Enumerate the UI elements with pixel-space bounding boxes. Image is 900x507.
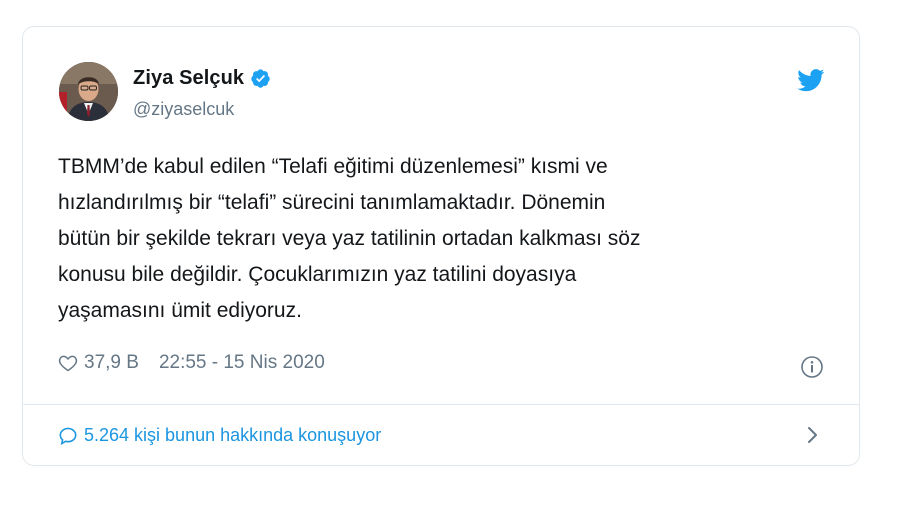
heart-icon[interactable]: [58, 353, 78, 373]
tweet-meta-row: 37,9 B 22:55 - 15 Nis 2020: [58, 352, 325, 374]
tweet-timestamp[interactable]: 22:55 - 15 Nis 2020: [159, 352, 325, 374]
speech-bubble-icon: [59, 427, 77, 445]
tweet-text: TBMM’de kabul edilen “Telafi eğitimi düz…: [58, 155, 641, 322]
twitter-bird-icon[interactable]: [797, 69, 825, 92]
author-display-name[interactable]: Ziya Selçuk: [133, 67, 244, 90]
author-handle[interactable]: @ziyaselcuk: [133, 99, 234, 120]
like-count[interactable]: 37,9 B: [84, 352, 139, 374]
avatar[interactable]: [59, 62, 118, 121]
conversation-label[interactable]: 5.264 kişi bunun hakkında konuşuyor: [84, 425, 381, 446]
author-name-row[interactable]: Ziya Selçuk: [133, 67, 271, 90]
divider: [23, 404, 859, 405]
conversation-link[interactable]: 5.264 kişi bunun hakkında konuşuyor: [58, 425, 381, 446]
tweet-card[interactable]: Ziya Selçuk @ziyaselcuk TBMM’de kabul ed…: [22, 26, 860, 466]
info-icon[interactable]: [800, 355, 824, 379]
chevron-right-icon[interactable]: [805, 423, 821, 447]
verified-badge-icon: [251, 69, 270, 88]
